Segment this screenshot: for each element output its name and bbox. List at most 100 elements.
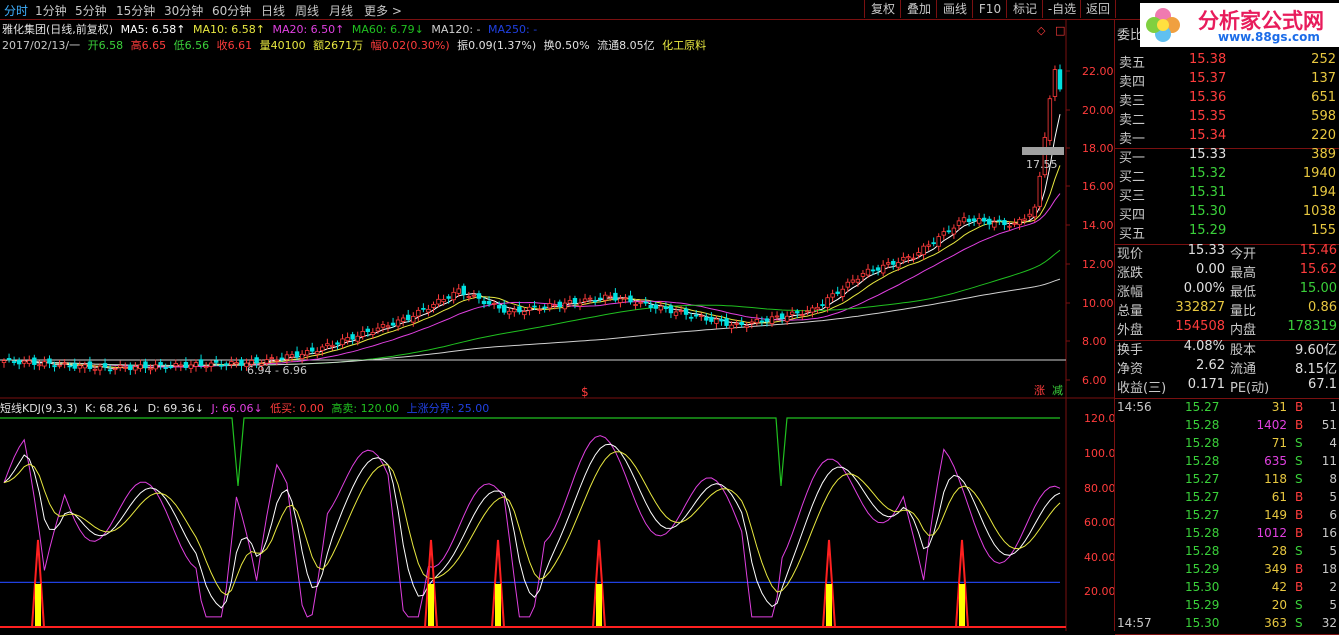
period-tab-more[interactable]: 更多 > bbox=[364, 2, 402, 19]
candle-body bbox=[1047, 98, 1053, 141]
kdj-j-line bbox=[3, 435, 1061, 618]
stat-label: 换手 bbox=[1117, 343, 1144, 358]
draw-line-button[interactable]: 画线 bbox=[936, 0, 973, 18]
kdj-indicator-chart[interactable]: 120.00 100.00 80.00 60.00 40.00 20.00 bbox=[0, 398, 1114, 631]
price-axis-label: 6.00 bbox=[1082, 374, 1107, 387]
tick-row[interactable]: 15.27 149 B 6 bbox=[1115, 508, 1339, 526]
kdj-axis-label: 80.00 bbox=[1084, 482, 1114, 495]
buy-level-row[interactable]: 买四 15.30 1038 bbox=[1117, 204, 1339, 223]
tick-row[interactable]: 15.27 61 B 5 bbox=[1115, 490, 1339, 508]
candle-body bbox=[562, 302, 568, 310]
candle-body bbox=[193, 362, 199, 367]
sell-level-row[interactable]: 卖二 15.35 598 bbox=[1117, 109, 1339, 128]
jian-label[interactable]: 减 bbox=[1052, 384, 1063, 397]
tick-buy-sell: S bbox=[1295, 436, 1303, 450]
tick-row[interactable]: 14:56 15.27 31 B 1 bbox=[1115, 400, 1339, 418]
stat-value: 332827 bbox=[1175, 300, 1225, 315]
period-tab-monthly[interactable]: 月线 bbox=[329, 2, 353, 19]
candle-body bbox=[325, 343, 330, 347]
buy-level-price: 15.30 bbox=[1189, 204, 1227, 219]
tick-row[interactable]: 14:57 15.30 363 S 32 bbox=[1115, 616, 1339, 634]
candle-body bbox=[330, 344, 335, 347]
period-tab-60min[interactable]: 60分钟 bbox=[212, 2, 251, 19]
tick-row[interactable]: 15.28 635 S 11 bbox=[1115, 454, 1339, 472]
period-tab-15min[interactable]: 15分钟 bbox=[116, 2, 155, 19]
candle-body bbox=[992, 221, 997, 228]
candle-body bbox=[709, 316, 714, 322]
candle-body bbox=[790, 311, 795, 315]
close-chart-icon[interactable]: □ bbox=[1055, 24, 1065, 37]
period-tab-30min[interactable]: 30分钟 bbox=[164, 2, 203, 19]
watchlist-button[interactable]: -自选 bbox=[1042, 0, 1081, 18]
tick-row[interactable]: 15.28 1402 B 51 bbox=[1115, 418, 1339, 436]
sell-level-row[interactable]: 卖五 15.38 252 bbox=[1117, 52, 1339, 71]
candle-body bbox=[77, 365, 82, 369]
buy-level-price: 15.29 bbox=[1189, 223, 1227, 238]
candle-body bbox=[896, 262, 901, 268]
period-tab-daily[interactable]: 日线 bbox=[261, 2, 285, 19]
mark-button[interactable]: 标记 bbox=[1006, 0, 1043, 18]
candle-body bbox=[825, 297, 830, 308]
tick-row[interactable]: 15.30 42 B 2 bbox=[1115, 580, 1339, 598]
stat-value: 67.1 bbox=[1308, 377, 1337, 392]
tick-buy-sell: B bbox=[1295, 490, 1304, 504]
buy-level-row[interactable]: 买三 15.31 194 bbox=[1117, 185, 1339, 204]
candlestick-chart[interactable]: 22.00 20.00 18.00 16.00 14.00 12.00 10.00 8.00 6… bbox=[0, 20, 1114, 400]
buy-level-volume: 194 bbox=[1311, 185, 1336, 200]
buy-level-row[interactable]: 买一 15.33 389 bbox=[1117, 147, 1339, 166]
stat-value: 4.08% bbox=[1183, 339, 1225, 354]
zhang-label[interactable]: 涨 bbox=[1034, 384, 1045, 397]
candle-body bbox=[406, 314, 411, 321]
tick-row[interactable]: 15.28 28 S 5 bbox=[1115, 544, 1339, 562]
period-tab-weekly[interactable]: 周线 bbox=[295, 2, 319, 19]
kdj-axis-label: 100.00 bbox=[1084, 447, 1114, 460]
candle-body bbox=[188, 364, 194, 369]
tick-volume: 149 bbox=[1264, 508, 1287, 522]
buy-level-volume: 1038 bbox=[1302, 204, 1336, 219]
candle-body bbox=[395, 319, 401, 327]
tick-row[interactable]: 15.28 71 S 4 bbox=[1115, 436, 1339, 454]
f10-button[interactable]: F10 bbox=[972, 0, 1007, 18]
sell-level-row[interactable]: 卖三 15.36 651 bbox=[1117, 90, 1339, 109]
candle-body bbox=[1012, 222, 1017, 225]
overlay-button[interactable]: 叠加 bbox=[900, 0, 937, 18]
fuquan-button[interactable]: 复权 bbox=[864, 0, 901, 18]
period-tab-5min[interactable]: 5分钟 bbox=[75, 2, 107, 19]
sell-level-volume: 137 bbox=[1311, 71, 1336, 86]
tick-buy-sell: S bbox=[1295, 616, 1303, 630]
candle-body bbox=[643, 301, 648, 304]
stat-label: 股本 bbox=[1230, 343, 1257, 358]
tick-price: 15.27 bbox=[1185, 472, 1220, 486]
candle-body bbox=[370, 332, 376, 335]
candle-body bbox=[67, 365, 72, 368]
back-button[interactable]: 返回 bbox=[1080, 0, 1116, 18]
candle-body bbox=[214, 360, 219, 363]
tick-row[interactable]: 15.27 118 S 8 bbox=[1115, 472, 1339, 490]
candle-body bbox=[845, 281, 850, 288]
tick-row[interactable]: 15.29 20 S 5 bbox=[1115, 598, 1339, 616]
period-tab-fenshi[interactable]: 分时 bbox=[4, 2, 28, 19]
candle-body bbox=[865, 268, 871, 276]
candle-body bbox=[57, 364, 62, 367]
tick-volume: 61 bbox=[1271, 490, 1287, 504]
sell-level-row[interactable]: 卖四 15.37 137 bbox=[1117, 71, 1339, 90]
candle-body bbox=[683, 308, 689, 315]
tick-count: 2 bbox=[1329, 580, 1337, 594]
buy-level-row[interactable]: 买五 15.29 155 bbox=[1117, 223, 1339, 242]
price-axis-label: 10.00 bbox=[1082, 297, 1114, 310]
tick-price: 15.29 bbox=[1185, 598, 1220, 612]
stat-label: 量比 bbox=[1230, 304, 1257, 319]
buy-level-volume: 155 bbox=[1311, 223, 1336, 238]
candle-body bbox=[310, 347, 315, 352]
candle-body bbox=[699, 315, 704, 317]
candle-body bbox=[739, 321, 744, 326]
tick-row[interactable]: 15.28 1012 B 16 bbox=[1115, 526, 1339, 544]
buy-level-row[interactable]: 买二 15.32 1940 bbox=[1117, 166, 1339, 185]
candle-body bbox=[931, 242, 936, 245]
sell-level-row[interactable]: 卖一 15.34 220 bbox=[1117, 128, 1339, 147]
period-tab-1min[interactable]: 1分钟 bbox=[35, 2, 67, 19]
candle-body bbox=[517, 306, 522, 313]
tick-row[interactable]: 15.29 349 B 18 bbox=[1115, 562, 1339, 580]
candle-body bbox=[724, 318, 729, 326]
tick-price: 15.28 bbox=[1185, 418, 1220, 432]
